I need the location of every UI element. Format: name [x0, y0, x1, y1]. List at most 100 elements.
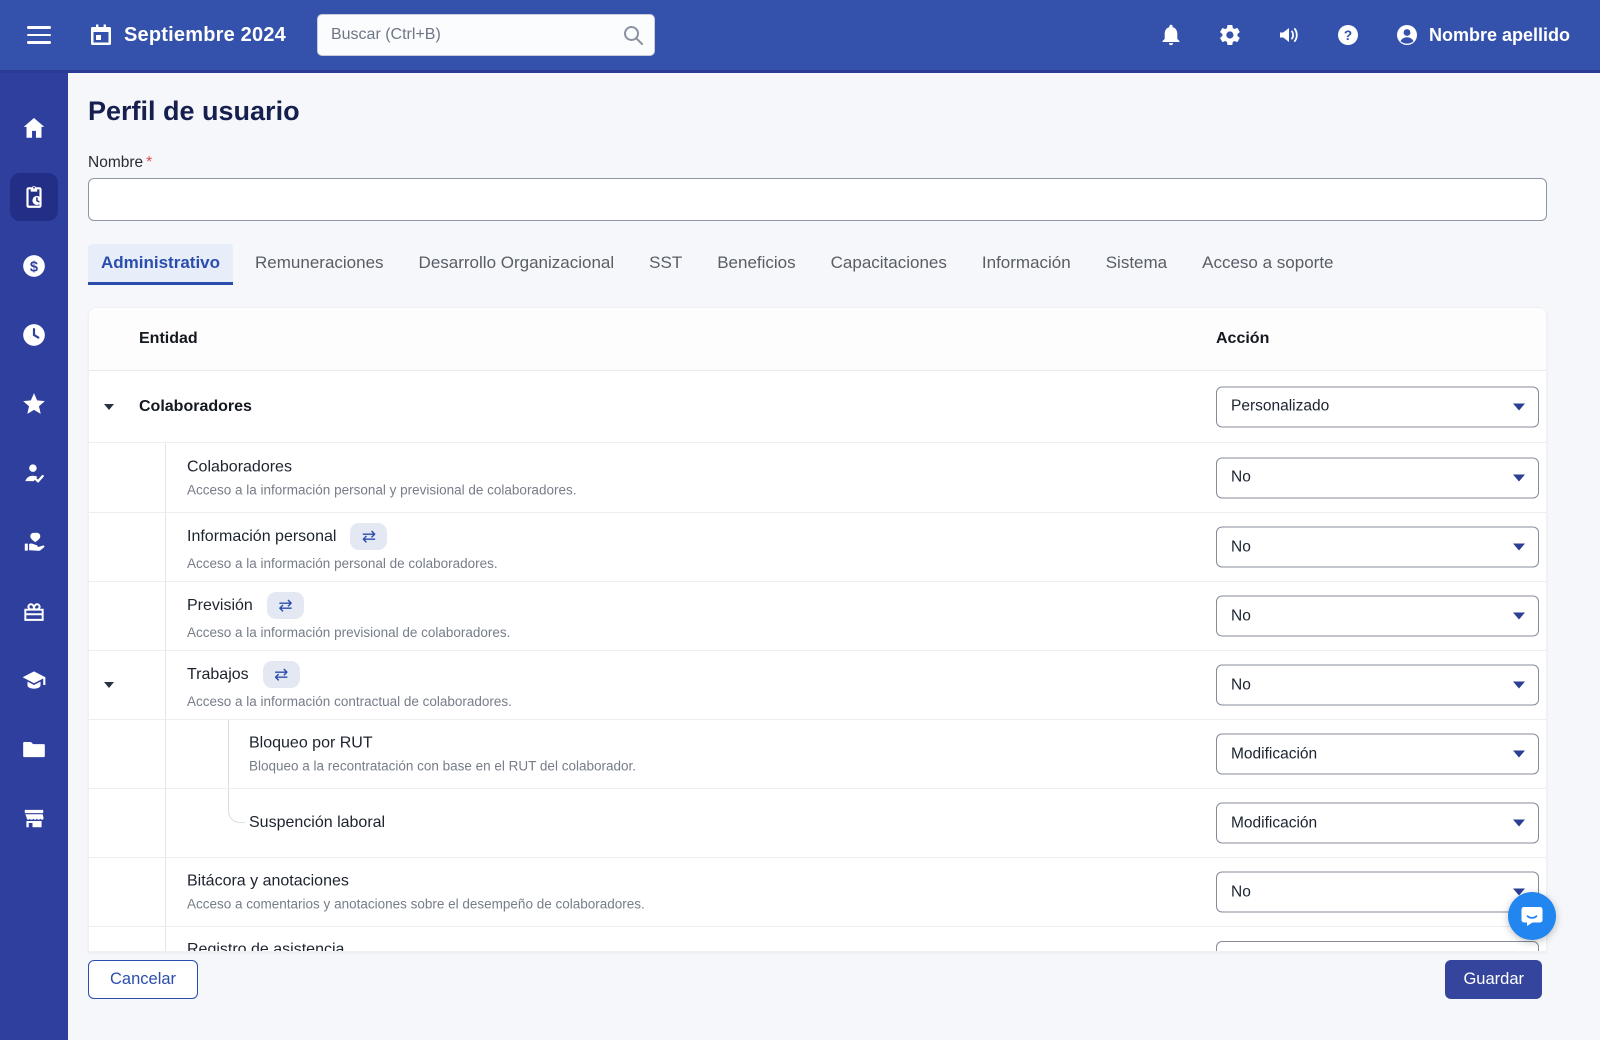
row-description: Acceso a la información contractual de c…	[187, 694, 512, 709]
search-box	[317, 14, 655, 56]
table-row: Bloqueo por RUT Bloqueo a la recontratac…	[89, 720, 1546, 789]
row-description: Acceso a la información previsional de c…	[187, 625, 510, 640]
action-select-value: Modificación	[1231, 745, 1317, 763]
swap-icon[interactable]: ⇄	[350, 523, 387, 550]
period-selector[interactable]: Septiembre 2024	[124, 24, 286, 47]
row-title: Registro de asistencia	[187, 941, 344, 952]
tab-desarrollo-organizacional[interactable]: Desarrollo Organizacional	[406, 244, 628, 285]
chevron-down-icon	[1513, 820, 1525, 827]
home-icon	[21, 115, 47, 141]
table-row: Previsión ⇄ Acceso a la información prev…	[89, 582, 1546, 651]
action-select-value: No	[1231, 469, 1251, 487]
dollar-icon: $	[21, 253, 47, 279]
sidebar-item-time[interactable]	[10, 311, 58, 359]
row-title: Colaboradores	[187, 458, 292, 476]
action-select[interactable]: No	[1216, 527, 1539, 568]
action-select[interactable]: No	[1216, 665, 1539, 706]
tab-administrativo[interactable]: Administrativo	[88, 244, 233, 285]
gear-icon[interactable]	[1218, 23, 1242, 47]
action-select[interactable]: No	[1216, 872, 1539, 913]
column-header-action: Acción	[1216, 330, 1269, 348]
folder-icon	[21, 736, 47, 762]
chat-bubble-icon	[1519, 903, 1545, 929]
chevron-down-icon	[1513, 682, 1525, 689]
chevron-down-icon	[1513, 403, 1525, 410]
table-header: Entidad Acción	[89, 308, 1546, 371]
help-icon[interactable]: ?	[1336, 23, 1360, 47]
collapse-toggle[interactable]	[95, 671, 123, 699]
sidebar-item-benefits[interactable]	[10, 518, 58, 566]
topbar-actions: ? Nombre apellido	[1159, 23, 1600, 47]
page-title: Perfil de usuario	[88, 96, 300, 127]
sidebar-item-gifts[interactable]	[10, 587, 58, 635]
action-select[interactable]: Modificación	[1216, 734, 1539, 775]
megaphone-icon[interactable]	[1277, 23, 1301, 47]
search-input[interactable]	[317, 14, 655, 56]
action-select-value: Modificación	[1231, 814, 1317, 832]
menu-icon[interactable]	[27, 26, 51, 44]
hand-heart-icon	[21, 529, 47, 555]
app-screen: Septiembre 2024 ?	[0, 0, 1600, 1040]
sidebar-item-marketplace[interactable]	[10, 794, 58, 842]
star-icon	[21, 391, 47, 417]
row-title: Bloqueo por RUT	[249, 735, 373, 753]
column-header-entity: Entidad	[89, 330, 198, 348]
tab-sistema[interactable]: Sistema	[1093, 244, 1180, 285]
row-description: Acceso a la información personal de cola…	[187, 556, 498, 571]
graduation-cap-icon	[21, 667, 47, 693]
chevron-down-icon	[104, 404, 114, 410]
action-select[interactable]: No	[1216, 457, 1539, 498]
action-select-value: No	[1231, 607, 1251, 625]
tab-informacion[interactable]: Información	[969, 244, 1084, 285]
user-name: Nombre apellido	[1429, 25, 1570, 46]
name-label-text: Nombre	[88, 154, 143, 171]
sidebar-item-administration[interactable]	[10, 173, 58, 221]
sidebar-item-talent[interactable]	[10, 380, 58, 428]
row-title: Suspención laboral	[249, 814, 385, 832]
svg-text:?: ?	[1344, 28, 1352, 43]
table-row: Trabajos ⇄ Acceso a la información contr…	[89, 651, 1546, 720]
action-select[interactable]: Personalizado	[1216, 386, 1539, 427]
tab-beneficios[interactable]: Beneficios	[704, 244, 808, 285]
main-content: Perfil de usuario Nombre* Administrativo…	[68, 73, 1600, 1040]
chevron-down-icon	[1513, 751, 1525, 758]
svg-text:$: $	[30, 259, 38, 275]
name-field-label: Nombre*	[88, 154, 152, 172]
tab-sst[interactable]: SST	[636, 244, 695, 285]
action-select[interactable]: Modificación	[1216, 803, 1539, 844]
clipboard-clock-icon	[21, 184, 47, 210]
gift-icon	[21, 598, 47, 624]
row-title: Trabajos	[187, 666, 249, 684]
table-row: Registro de asistencia	[89, 927, 1546, 952]
swap-icon[interactable]: ⇄	[263, 661, 300, 688]
search-icon[interactable]	[621, 23, 645, 47]
tab-remuneraciones[interactable]: Remuneraciones	[242, 244, 397, 285]
tab-bar: Administrativo Remuneraciones Desarrollo…	[88, 244, 1347, 285]
person-check-icon	[21, 460, 47, 486]
tab-capacitaciones[interactable]: Capacitaciones	[818, 244, 960, 285]
cancel-button[interactable]: Cancelar	[88, 960, 198, 999]
user-menu[interactable]: Nombre apellido	[1395, 23, 1570, 47]
table-row: Colaboradores Acceso a la información pe…	[89, 443, 1546, 513]
row-title: Colaboradores	[139, 398, 252, 416]
action-select[interactable]	[1216, 941, 1539, 952]
sidebar-item-documents[interactable]	[10, 725, 58, 773]
sidebar-item-selection[interactable]	[10, 449, 58, 497]
bell-icon[interactable]	[1159, 23, 1183, 47]
row-title: Previsión	[187, 597, 253, 615]
permissions-table: Entidad Acción Colaboradores Personaliza…	[88, 307, 1547, 952]
swap-icon[interactable]: ⇄	[267, 592, 304, 619]
tab-acceso-a-soporte[interactable]: Acceso a soporte	[1189, 244, 1346, 285]
save-button[interactable]: Guardar	[1445, 960, 1542, 999]
collapse-toggle[interactable]	[95, 393, 123, 421]
sidebar-item-training[interactable]	[10, 656, 58, 704]
action-select[interactable]: No	[1216, 596, 1539, 637]
sidebar-item-home[interactable]	[10, 104, 58, 152]
sidebar-item-payroll[interactable]: $	[10, 242, 58, 290]
row-title: Bitácora y anotaciones	[187, 873, 349, 891]
chevron-down-icon	[1513, 474, 1525, 481]
table-row: Bitácora y anotaciones Acceso a comentar…	[89, 858, 1546, 927]
name-field[interactable]	[88, 178, 1547, 221]
table-row: Colaboradores Personalizado	[89, 371, 1546, 443]
chat-launcher[interactable]	[1508, 892, 1556, 940]
